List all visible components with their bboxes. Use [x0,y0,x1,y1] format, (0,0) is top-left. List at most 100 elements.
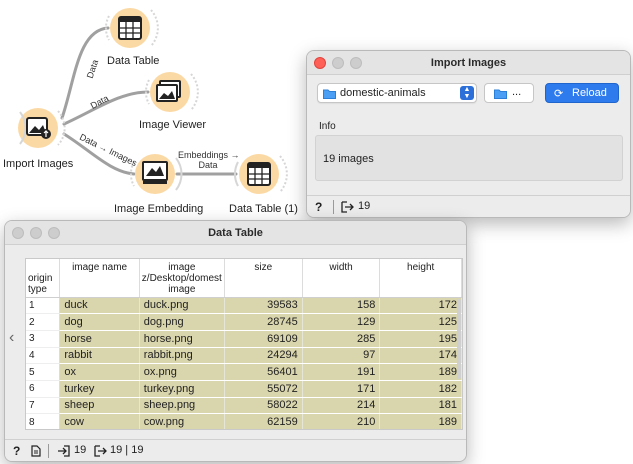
info-panel: 19 images [315,135,623,181]
height-cell[interactable]: 172 [379,297,462,315]
size-cell[interactable]: 69109 [224,330,303,348]
reload-icon: ⟳ [554,88,564,100]
height-cell[interactable]: 174 [379,347,462,365]
height-cell[interactable]: 125 [379,313,462,331]
row-index-cell[interactable]: 6 [26,380,61,398]
help-icon[interactable]: ? [315,200,322,214]
row-index-cell[interactable]: 5 [26,363,61,381]
chevron-updown-icon: ▲ ▼ [460,86,474,100]
size-cell[interactable]: 58022 [224,397,303,415]
table-row[interactable]: 8 cow cow.png 62159 210 189 [26,413,462,429]
column-header-image[interactable]: image z/Desktop/domest image [139,259,225,298]
image-cell[interactable]: sheep.png [139,397,225,415]
size-cell[interactable]: 55072 [224,380,303,398]
image-cell[interactable]: turkey.png [139,380,225,398]
width-cell[interactable]: 158 [302,297,381,315]
table-row[interactable]: 5 ox ox.png 56401 191 189 [26,363,462,381]
image-name-cell[interactable]: cow [59,413,140,429]
collapse-panel-icon[interactable]: ‹ [9,329,14,347]
input-count: 19 [74,444,87,456]
column-header-image-name[interactable]: image name [59,259,140,298]
corner-label-type: type [28,283,47,295]
browse-button[interactable]: ... [484,83,534,103]
image-name-cell[interactable]: duck [59,297,140,315]
import-titlebar[interactable]: Import Images [307,51,630,75]
table-row[interactable]: 3 horse horse.png 69109 285 195 [26,330,462,348]
folder-icon [323,89,336,99]
column-header-width[interactable]: width [302,259,381,298]
column-header-height[interactable]: height [379,259,462,298]
width-cell[interactable]: 191 [302,363,381,381]
image-cell[interactable]: cow.png [139,413,225,429]
status-separator [333,200,334,214]
reload-button[interactable]: ⟳ Reload [545,83,619,103]
width-cell[interactable]: 97 [302,347,381,365]
link-label-embeddings: Embeddings → Data [178,150,240,170]
image-name-cell[interactable]: rabbit [59,347,140,365]
width-cell[interactable]: 214 [302,397,381,415]
window-title: Data Table [208,227,263,239]
image-name-cell[interactable]: ox [59,363,140,381]
node-label-image-embedding[interactable]: Image Embedding [114,203,203,215]
output-icon [341,201,354,213]
node-label-data-table[interactable]: Data Table [107,55,159,67]
folder-select[interactable]: domestic-animals ▲ ▼ [317,83,477,103]
report-icon[interactable] [31,445,41,457]
info-box: Info 19 images [315,121,623,181]
image-name-cell[interactable]: turkey [59,380,140,398]
height-cell[interactable]: 195 [379,330,462,348]
node-data-table [104,8,159,48]
row-index-cell[interactable]: 3 [26,330,61,348]
row-index-cell[interactable]: 8 [26,413,61,429]
width-cell[interactable]: 171 [302,380,381,398]
row-index-cell[interactable]: 4 [26,347,61,365]
table-header-row: origin type image name image z/Desktop/d… [26,259,462,298]
table-row[interactable]: 4 rabbit rabbit.png 24294 97 174 [26,347,462,365]
data-table-window: Data Table ‹ origin type image name imag… [4,220,467,462]
info-label: Info [319,121,336,132]
output-icon [94,445,107,457]
height-cell[interactable]: 189 [379,413,462,429]
image-cell[interactable]: duck.png [139,297,225,315]
node-data-table-1 [233,154,288,194]
table-row[interactable]: 7 sheep sheep.png 58022 214 181 [26,397,462,415]
image-cell[interactable]: horse.png [139,330,225,348]
import-statusbar: ? 19 [307,195,630,217]
image-name-cell[interactable]: sheep [59,397,140,415]
help-icon[interactable]: ? [13,444,20,458]
table-titlebar[interactable]: Data Table [5,221,466,245]
size-cell[interactable]: 39583 [224,297,303,315]
size-cell[interactable]: 24294 [224,347,303,365]
height-cell[interactable]: 181 [379,397,462,415]
corner-header[interactable]: origin type [26,259,61,298]
row-index-cell[interactable]: 1 [26,297,61,315]
column-header-image-title: image [168,262,196,273]
node-label-data-table-1[interactable]: Data Table (1) [229,203,298,215]
size-cell[interactable]: 62159 [224,413,303,429]
table-row[interactable]: 2 dog dog.png 28745 129 125 [26,313,462,331]
vertical-scrollbar[interactable] [457,299,461,379]
height-cell[interactable]: 189 [379,363,462,381]
image-name-cell[interactable]: dog [59,313,140,331]
reload-button-label: Reload [572,87,607,99]
column-header-size[interactable]: size [224,259,303,298]
data-table-grid[interactable]: origin type image name image z/Desktop/d… [25,258,463,430]
size-cell[interactable]: 56401 [224,363,303,381]
node-label-import-images[interactable]: Import Images [3,158,73,170]
width-cell[interactable]: 210 [302,413,381,429]
image-cell[interactable]: dog.png [139,313,225,331]
table-row[interactable]: 1 duck duck.png 39583 158 172 [26,297,462,315]
output-count: 19 | 19 [110,444,144,456]
height-cell[interactable]: 182 [379,380,462,398]
image-cell[interactable]: rabbit.png [139,347,225,365]
row-index-cell[interactable]: 7 [26,397,61,415]
size-cell[interactable]: 28745 [224,313,303,331]
width-cell[interactable]: 129 [302,313,381,331]
table-row[interactable]: 6 turkey turkey.png 55072 171 182 [26,380,462,398]
node-label-image-viewer[interactable]: Image Viewer [139,119,206,131]
row-index-cell[interactable]: 2 [26,313,61,331]
folder-icon [494,89,507,99]
image-cell[interactable]: ox.png [139,363,225,381]
width-cell[interactable]: 285 [302,330,381,348]
image-name-cell[interactable]: horse [59,330,140,348]
